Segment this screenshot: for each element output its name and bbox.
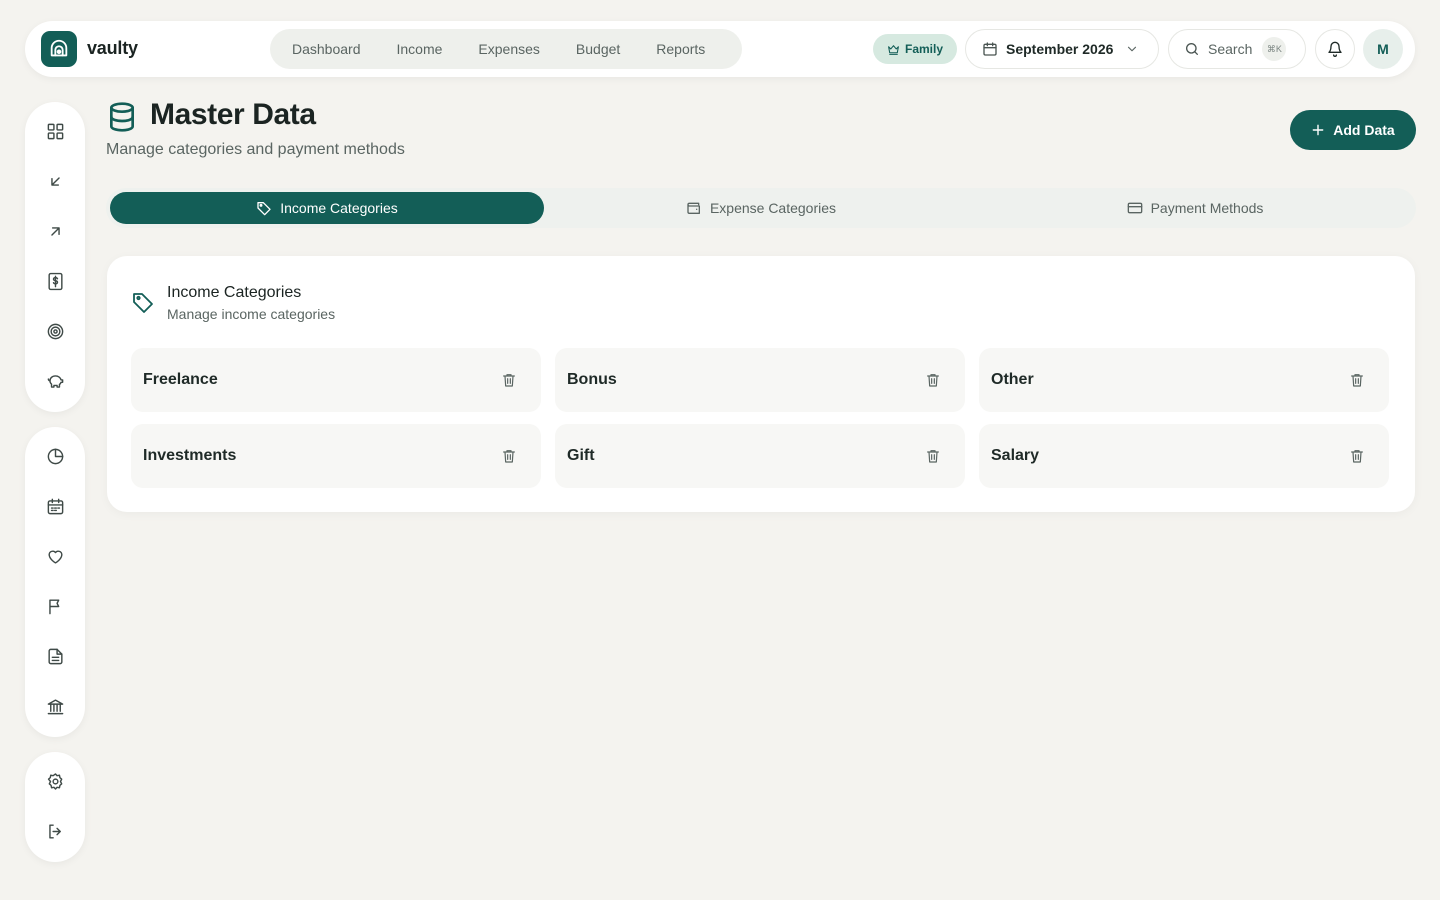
category-name: Freelance (143, 371, 218, 388)
month-picker[interactable]: September 2026 (965, 29, 1159, 69)
category-name: Bonus (567, 371, 617, 388)
crown-icon (887, 43, 900, 56)
page-subtitle: Manage categories and payment methods (106, 141, 405, 158)
trash-icon[interactable] (499, 446, 519, 466)
avatar[interactable]: M (1363, 29, 1403, 69)
sidebar-group-tools (25, 427, 85, 737)
tab-label: Income Categories (280, 200, 398, 216)
arrow-down-left-icon[interactable] (45, 171, 65, 191)
category-name: Gift (567, 447, 595, 464)
document-icon[interactable] (45, 646, 65, 666)
notifications-button[interactable] (1315, 29, 1355, 69)
add-data-label: Add Data (1333, 122, 1395, 138)
pie-chart-icon[interactable] (45, 446, 65, 466)
trash-icon[interactable] (923, 446, 943, 466)
grid-icon[interactable] (45, 121, 65, 141)
top-bar: vaulty Dashboard Income Expenses Budget … (25, 21, 1415, 77)
plus-icon (1311, 123, 1325, 137)
flag-icon[interactable] (45, 596, 65, 616)
database-icon (106, 101, 138, 133)
trash-icon[interactable] (1347, 446, 1367, 466)
piggy-bank-icon[interactable] (45, 371, 65, 391)
tab-label: Payment Methods (1150, 200, 1264, 216)
bell-icon (1327, 41, 1343, 57)
tag-icon (131, 290, 155, 314)
add-data-button[interactable]: Add Data (1290, 110, 1416, 150)
wallet-icon (686, 200, 702, 216)
arrow-up-right-icon[interactable] (45, 221, 65, 241)
calendar-icon (982, 41, 998, 57)
nav-reports[interactable]: Reports (638, 29, 723, 69)
family-badge-label: Family (904, 42, 943, 56)
tag-icon (256, 200, 272, 216)
search-button[interactable]: Search ⌘K (1168, 29, 1306, 69)
receipt-dollar-icon[interactable] (45, 271, 65, 291)
list-item: Investments (131, 424, 541, 488)
chevron-down-icon (1125, 42, 1139, 56)
category-name: Investments (143, 447, 237, 464)
card-subtitle: Manage income categories (167, 306, 336, 322)
tab-label: Expense Categories (709, 200, 837, 216)
trash-icon[interactable] (499, 370, 519, 390)
calendar-icon[interactable] (45, 496, 65, 516)
family-badge[interactable]: Family (873, 34, 957, 64)
search-icon (1184, 41, 1200, 57)
month-picker-value: September 2026 (1006, 41, 1114, 57)
target-icon[interactable] (45, 321, 65, 341)
nav-budget[interactable]: Budget (558, 29, 638, 69)
list-item: Other (979, 348, 1389, 412)
list-item: Bonus (555, 348, 965, 412)
tab-expense-categories[interactable]: Expense Categories (544, 192, 978, 224)
main-nav: Dashboard Income Expenses Budget Reports (270, 29, 742, 69)
category-name: Other (991, 371, 1034, 388)
income-categories-card: Income Categories Manage income categori… (107, 256, 1415, 512)
app-name: vaulty (87, 38, 138, 58)
gear-icon[interactable] (45, 771, 65, 791)
heart-icon[interactable] (45, 546, 65, 566)
vaulty-logo-icon[interactable] (41, 31, 77, 67)
nav-expenses[interactable]: Expenses (460, 29, 557, 69)
card-title: Income Categories (167, 284, 302, 301)
list-item: Freelance (131, 348, 541, 412)
logout-icon[interactable] (45, 821, 65, 841)
tab-income-categories[interactable]: Income Categories (110, 192, 544, 224)
search-label: Search (1208, 41, 1253, 57)
credit-card-icon (1127, 200, 1143, 216)
list-item: Salary (979, 424, 1389, 488)
page-title: Master Data (150, 98, 316, 131)
sidebar-group-main (25, 102, 85, 412)
sidebar-group-account (25, 752, 85, 862)
list-item: Gift (555, 424, 965, 488)
bank-icon[interactable] (45, 696, 65, 716)
nav-dashboard[interactable]: Dashboard (274, 29, 379, 69)
category-name: Salary (991, 447, 1040, 464)
tab-bar: Income Categories Expense Categories Pay… (106, 188, 1416, 228)
trash-icon[interactable] (1347, 370, 1367, 390)
nav-income[interactable]: Income (379, 29, 461, 69)
trash-icon[interactable] (923, 370, 943, 390)
search-shortcut: ⌘K (1262, 37, 1287, 61)
tab-payment-methods[interactable]: Payment Methods (978, 192, 1412, 224)
